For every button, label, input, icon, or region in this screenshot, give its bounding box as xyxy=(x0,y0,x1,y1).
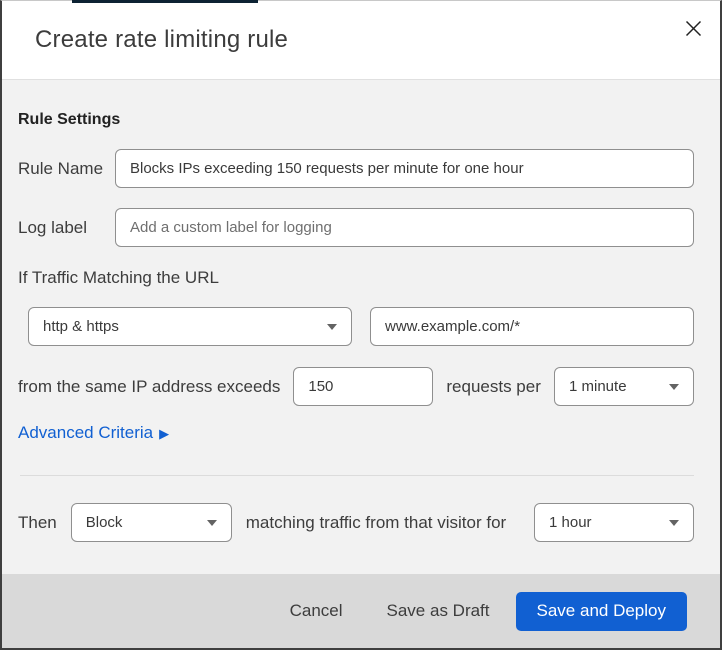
screen: Create rate limiting rule Rule Settings … xyxy=(0,0,722,650)
log-label-row: Log label xyxy=(18,208,694,247)
save-as-draft-button[interactable]: Save as Draft xyxy=(365,593,512,629)
rule-name-input[interactable] xyxy=(115,149,694,188)
background-page-strip xyxy=(72,0,258,3)
action-row: Then Block matching traffic from that vi… xyxy=(18,503,694,542)
url-pattern-input[interactable] xyxy=(370,307,694,346)
rule-name-row: Rule Name xyxy=(18,149,694,188)
threshold-input[interactable] xyxy=(293,367,434,406)
cancel-button[interactable]: Cancel xyxy=(268,593,365,629)
url-match-row: http & https xyxy=(18,307,694,346)
if-traffic-matching-text: If Traffic Matching the URL xyxy=(18,268,219,287)
scheme-select-value: http & https xyxy=(43,318,119,335)
rule-name-label: Rule Name xyxy=(18,158,104,178)
log-label-label: Log label xyxy=(18,217,88,237)
section-divider xyxy=(20,475,694,476)
requests-per-text: requests per xyxy=(446,376,541,396)
log-label-input[interactable] xyxy=(115,208,694,247)
matching-traffic-text: matching traffic from that visitor for xyxy=(245,512,507,532)
dialog-body: Rule Settings Rule Name Log label If Tra… xyxy=(2,80,720,574)
exceeds-prefix-text: from the same IP address exceeds xyxy=(18,376,281,396)
duration-select-value: 1 hour xyxy=(549,514,592,531)
close-icon xyxy=(684,19,703,41)
action-select-value: Block xyxy=(85,514,123,531)
then-text: Then xyxy=(18,512,57,532)
period-select[interactable]: 1 minute xyxy=(554,367,694,406)
advanced-criteria-label: Advanced Criteria xyxy=(18,423,154,442)
chevron-down-icon xyxy=(206,519,217,526)
chevron-down-icon xyxy=(669,519,679,526)
chevron-down-icon xyxy=(669,383,679,390)
close-button[interactable] xyxy=(678,15,708,45)
dialog-title: Create rate limiting rule xyxy=(35,26,289,53)
threshold-row: from the same IP address exceeds request… xyxy=(18,367,694,406)
duration-select[interactable]: 1 hour xyxy=(534,503,694,542)
action-select[interactable]: Block xyxy=(70,503,232,542)
dialog-footer: Cancel Save as Draft Save and Deploy xyxy=(2,574,720,648)
period-select-value: 1 minute xyxy=(569,378,627,395)
chevron-down-icon xyxy=(327,323,337,330)
triangle-right-icon: ▶ xyxy=(159,425,170,441)
scheme-select[interactable]: http & https xyxy=(28,307,352,346)
rule-settings-heading: Rule Settings xyxy=(18,111,121,128)
save-and-deploy-button[interactable]: Save and Deploy xyxy=(515,591,687,631)
advanced-criteria-link[interactable]: Advanced Criteria ▶ xyxy=(18,423,169,443)
create-rate-limiting-rule-dialog: Create rate limiting rule Rule Settings … xyxy=(0,0,722,650)
dialog-header: Create rate limiting rule xyxy=(2,1,720,80)
